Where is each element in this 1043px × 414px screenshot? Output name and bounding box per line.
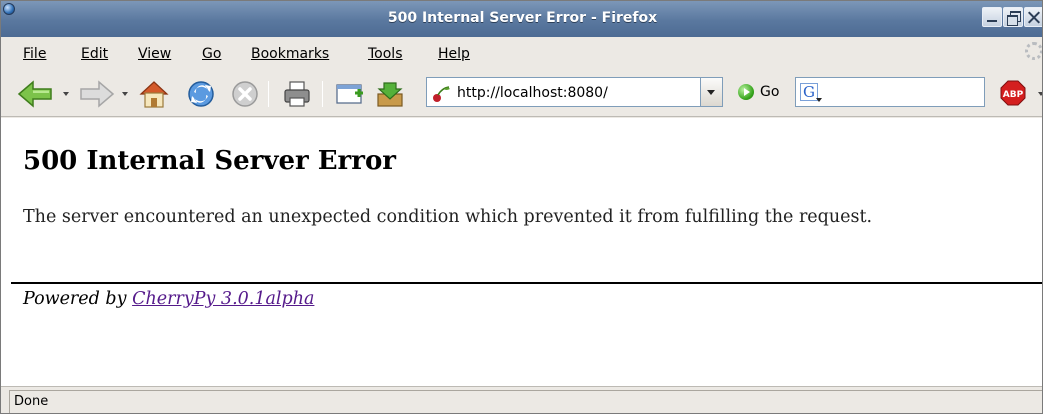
menu-tools-label: Tools — [368, 46, 403, 62]
status-text: Done — [14, 394, 49, 409]
throbber-icon — [1025, 42, 1042, 60]
google-search-engine-icon[interactable]: G — [800, 83, 822, 102]
reload-icon[interactable] — [185, 79, 217, 109]
toolbar-separator — [322, 81, 323, 107]
browser-window: 500 Internal Server Error - Firefox File… — [0, 0, 1043, 414]
menu-view[interactable]: View — [138, 46, 171, 62]
cherrypy-favicon-icon — [433, 86, 450, 102]
url-history-dropdown[interactable] — [701, 77, 723, 107]
print-icon[interactable] — [281, 79, 313, 109]
forward-dropdown-icon[interactable] — [122, 92, 128, 96]
minimize-button[interactable] — [982, 7, 1002, 27]
stop-icon[interactable] — [230, 79, 260, 109]
error-heading: 500 Internal Server Error — [23, 146, 396, 176]
maximize-button[interactable] — [1003, 7, 1023, 27]
menu-view-label: View — [138, 46, 172, 62]
menu-go-label: Go — [202, 46, 222, 62]
error-message: The server encountered an unexpected con… — [23, 207, 873, 227]
menu-file[interactable]: File — [23, 46, 46, 62]
adblock-plus-icon[interactable]: ABP — [1000, 80, 1026, 106]
adblock-dropdown-icon[interactable] — [1038, 92, 1042, 96]
menu-help[interactable]: Help — [438, 46, 470, 62]
url-text: http://localhost:8080/ — [457, 85, 608, 101]
search-input[interactable]: G — [795, 77, 985, 107]
menu-edit-label: Edit — [81, 46, 109, 62]
menu-help-label: Help — [438, 46, 470, 62]
status-bar: Done — [1, 386, 1042, 413]
back-dropdown-icon[interactable] — [63, 92, 69, 96]
url-bar[interactable]: http://localhost:8080/ — [426, 77, 701, 107]
menu-bar: File Edit View Go Bookmarks Tools Help — [1, 37, 1042, 71]
menu-edit[interactable]: Edit — [81, 46, 108, 62]
adblock-plus-label: ABP — [1003, 90, 1024, 100]
page-content: 500 Internal Server Error The server enc… — [1, 118, 1042, 386]
cherrypy-link[interactable]: CherryPy 3.0.1alpha — [132, 289, 314, 309]
menu-go[interactable]: Go — [202, 46, 221, 62]
menu-file-label: File — [23, 46, 47, 62]
window-title: 500 Internal Server Error - Firefox — [387, 10, 658, 26]
new-window-icon[interactable] — [334, 79, 366, 109]
go-label: Go — [760, 84, 780, 100]
horizontal-rule — [11, 282, 1042, 284]
go-icon — [738, 84, 754, 100]
menu-bookmarks-label: Bookmarks — [251, 46, 330, 62]
menu-bookmarks[interactable]: Bookmarks — [251, 46, 329, 62]
title-bar[interactable]: 500 Internal Server Error - Firefox — [1, 1, 1042, 37]
close-button[interactable] — [1024, 7, 1042, 27]
powered-by-prefix: Powered by — [23, 289, 133, 309]
status-panel — [9, 390, 1042, 413]
back-icon[interactable] — [17, 79, 55, 109]
forward-icon[interactable] — [77, 79, 115, 109]
home-icon[interactable] — [137, 79, 171, 109]
menu-tools[interactable]: Tools — [368, 46, 403, 62]
powered-by: Powered by CherryPy 3.0.1alpha — [23, 289, 314, 309]
downloads-icon[interactable] — [374, 79, 406, 109]
toolbar-separator — [268, 81, 269, 107]
